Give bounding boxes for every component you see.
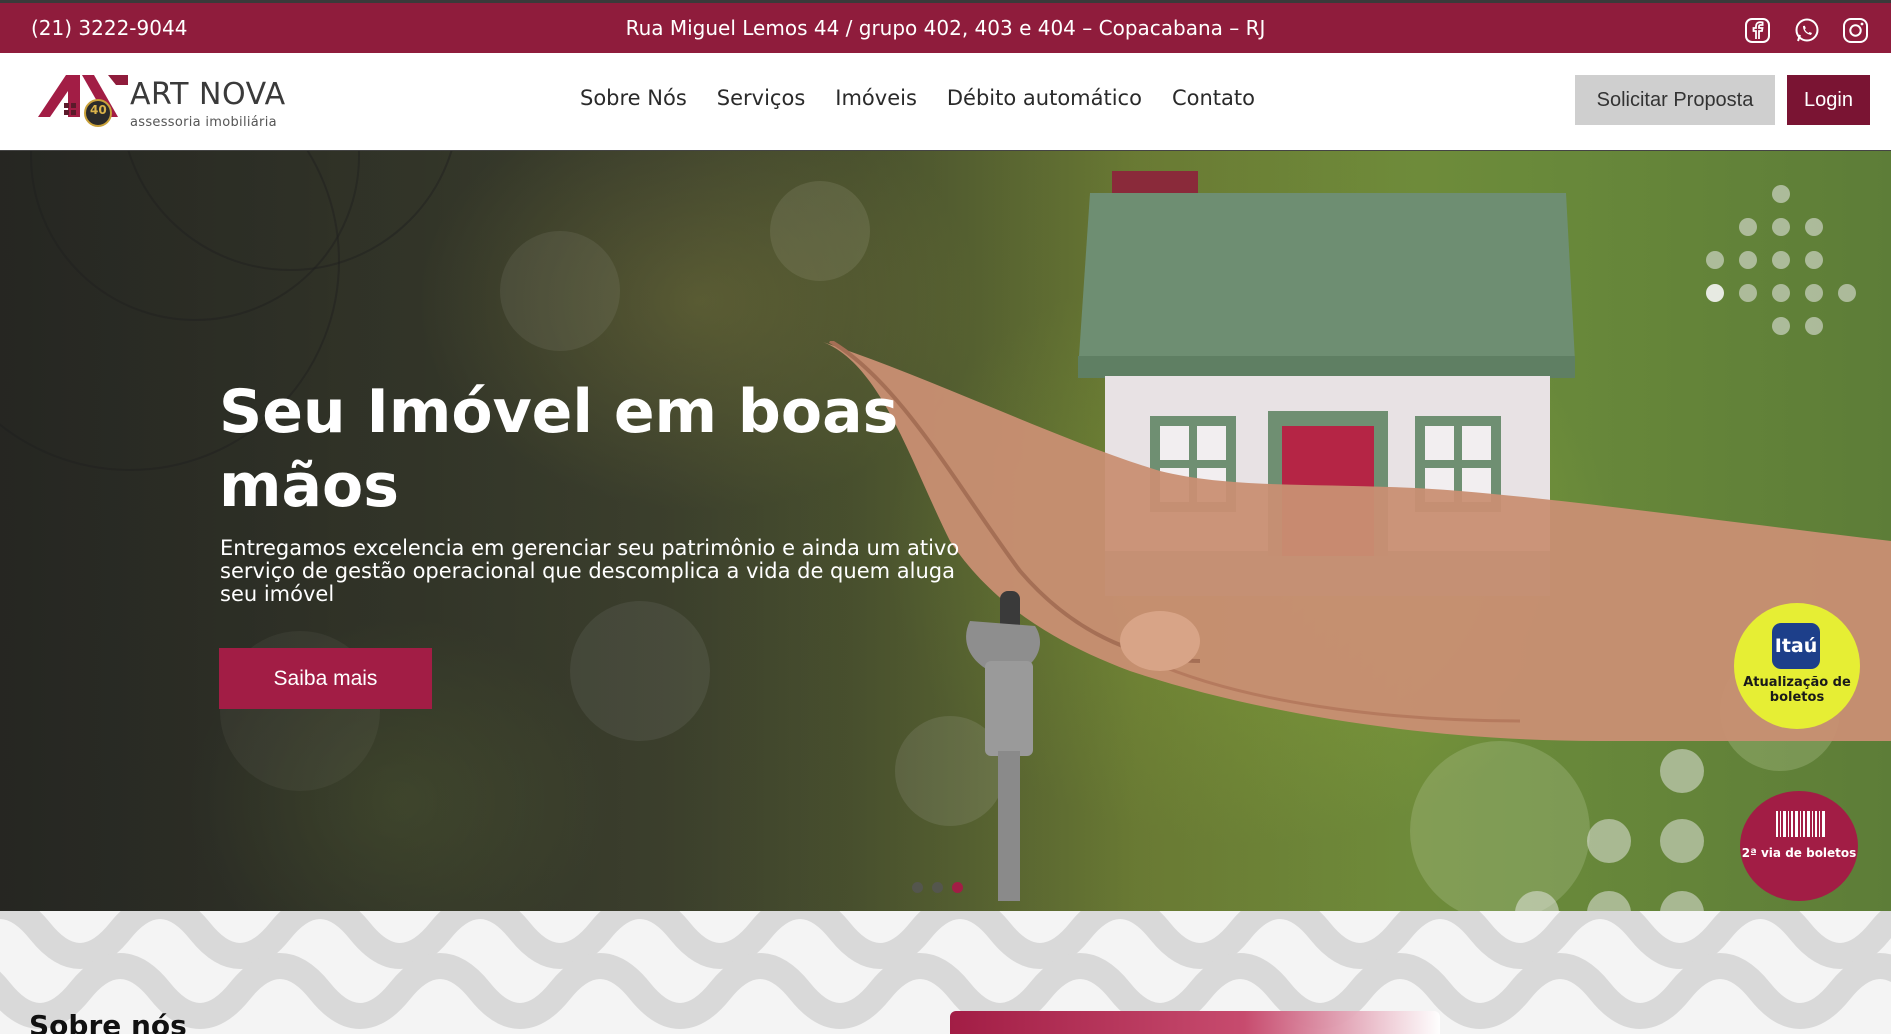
- nav-item-imoveis[interactable]: Imóveis: [835, 86, 917, 110]
- nav-item-debito-automatico[interactable]: Débito automático: [947, 86, 1142, 110]
- hero-banner: Seu Imóvel em boas mãos Entregamos excel…: [0, 151, 1891, 911]
- whatsapp-icon[interactable]: [1793, 17, 1820, 44]
- itau-logo-icon: Itaú: [1772, 623, 1820, 669]
- site-header: 40 ART NOVA assessoria imobiliária Sobre…: [0, 53, 1891, 151]
- instagram-icon[interactable]: [1842, 17, 1869, 44]
- main-nav: Sobre Nós Serviços Imóveis Débito automá…: [580, 86, 1255, 110]
- itau-badge-label: Atualização de boletos: [1743, 675, 1851, 705]
- barcode-icon: [1776, 811, 1825, 837]
- logo-subtitle: assessoria imobiliária: [130, 115, 277, 130]
- learn-more-button[interactable]: Saiba mais: [219, 648, 432, 709]
- about-section: Sobre nós: [0, 911, 1891, 1034]
- logo-mark: [38, 75, 128, 127]
- boleto-badge-label: 2ª via de boletos: [1741, 846, 1857, 860]
- logo-brand: ART NOVA: [130, 77, 286, 112]
- slide-dot[interactable]: [912, 882, 923, 893]
- facebook-icon[interactable]: [1744, 17, 1771, 44]
- nav-item-sobre-nos[interactable]: Sobre Nós: [580, 86, 687, 110]
- slider-pagination: [912, 882, 963, 893]
- itau-boleto-update-badge[interactable]: Itaú Atualização de boletos: [1734, 603, 1860, 729]
- hero-title: Seu Imóvel em boas mãos: [219, 377, 899, 521]
- about-image-card: [950, 1011, 1440, 1034]
- calcadao-pattern-background: [0, 911, 1891, 1029]
- top-bar: (21) 3222-9044 Rua Miguel Lemos 44 / gru…: [0, 0, 1891, 53]
- slide-dot[interactable]: [932, 882, 943, 893]
- slide-dot-active[interactable]: [952, 882, 963, 893]
- hand-image: [820, 341, 1891, 901]
- about-section-title: Sobre nós: [29, 1009, 187, 1034]
- nav-item-servicos[interactable]: Serviços: [717, 86, 805, 110]
- request-proposal-button[interactable]: Solicitar Proposta: [1575, 75, 1775, 125]
- logo-badge: 40: [90, 103, 107, 117]
- hero-description: Entregamos excelencia em gerenciar seu p…: [220, 536, 960, 606]
- address-text: Rua Miguel Lemos 44 / grupo 402, 403 e 4…: [625, 16, 1266, 40]
- logo[interactable]: 40 ART NOVA assessoria imobiliária: [38, 69, 288, 135]
- login-button[interactable]: Login: [1787, 75, 1870, 125]
- nav-item-contato[interactable]: Contato: [1172, 86, 1255, 110]
- social-links: [1744, 17, 1869, 44]
- second-copy-boleto-badge[interactable]: 2ª via de boletos: [1740, 791, 1858, 901]
